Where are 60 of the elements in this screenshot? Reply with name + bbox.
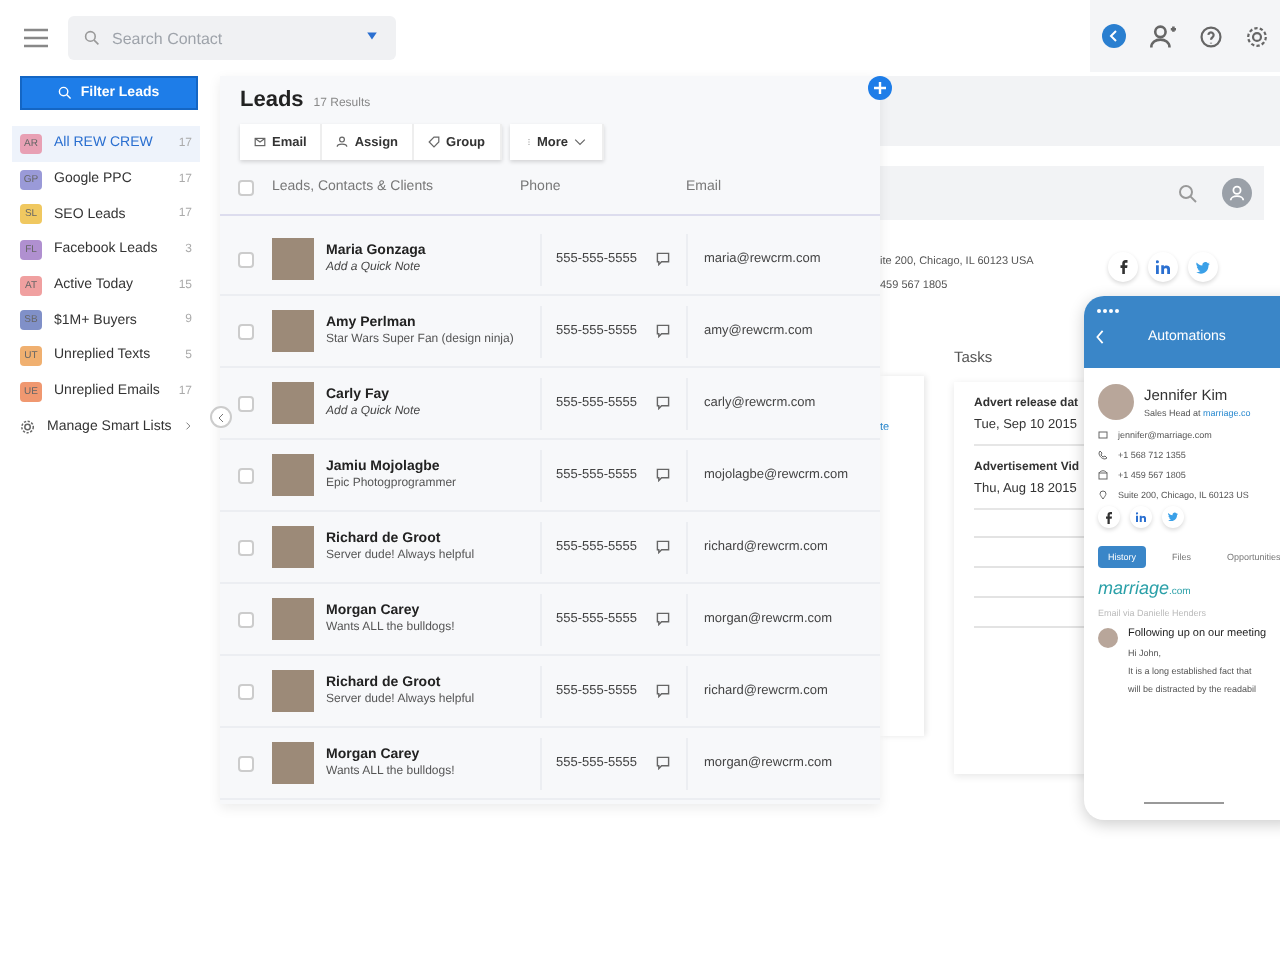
photo-placeholder (272, 742, 314, 784)
chat-icon (656, 396, 671, 410)
facebook-icon[interactable] (1108, 252, 1138, 282)
envelope-icon (254, 136, 266, 148)
chat-icon (656, 612, 671, 626)
chevron-down-icon (574, 138, 587, 146)
row-checkbox[interactable] (238, 539, 254, 555)
collapse-button[interactable] (210, 406, 232, 428)
row-checkbox[interactable] (238, 611, 254, 627)
row-checkbox[interactable] (238, 467, 254, 483)
photo-placeholder (272, 598, 314, 640)
chat-icon (656, 684, 671, 698)
row-checkbox[interactable] (238, 323, 254, 339)
plus-icon (874, 82, 886, 94)
gear-icon (20, 417, 36, 436)
envelope-icon (1098, 430, 1108, 440)
avatar-icon[interactable] (1222, 178, 1252, 208)
photo-placeholder (272, 238, 314, 280)
avatar-placeholder (1098, 384, 1134, 420)
photo-placeholder (272, 526, 314, 568)
photo-placeholder (272, 310, 314, 352)
chat-icon (656, 324, 671, 338)
back-icon[interactable] (1096, 330, 1104, 344)
search-icon (84, 30, 100, 46)
twitter-icon[interactable] (1188, 252, 1218, 282)
row-checkbox[interactable] (238, 395, 254, 411)
pin-icon (1098, 490, 1108, 500)
avatar-placeholder (1098, 628, 1118, 648)
status-dots-icon (1096, 308, 1120, 314)
photo-placeholder (272, 382, 314, 424)
select-all-checkbox[interactable] (238, 179, 254, 195)
phone-icon (1098, 450, 1108, 460)
photo-placeholder (272, 454, 314, 496)
search-icon (58, 86, 73, 100)
panel-title: Leads (240, 88, 304, 112)
row-checkbox[interactable] (238, 755, 254, 771)
chat-icon (656, 468, 671, 482)
twitter-icon[interactable] (1162, 506, 1184, 528)
tag-icon (428, 136, 441, 148)
search-field[interactable]: Search Contact (68, 16, 396, 60)
menu-icon[interactable] (24, 28, 48, 48)
row-checkbox[interactable] (238, 683, 254, 699)
help-icon[interactable] (1200, 25, 1222, 47)
facebook-icon[interactable] (1098, 506, 1120, 528)
linkedin-icon[interactable] (1148, 252, 1178, 282)
chevron-right-icon (183, 420, 192, 433)
chat-icon (656, 756, 671, 770)
caret-icon (364, 30, 380, 42)
settings-icon[interactable] (1246, 25, 1268, 47)
chat-icon (656, 252, 671, 266)
row-checkbox[interactable] (238, 251, 254, 267)
search-icon (1178, 183, 1198, 203)
chevron-left-icon (216, 411, 226, 423)
chat-icon (656, 540, 671, 554)
add-user-icon[interactable] (1150, 23, 1176, 49)
photo-placeholder (272, 670, 314, 712)
add-button[interactable] (868, 76, 892, 100)
back-button[interactable] (1102, 24, 1126, 48)
person-icon (336, 136, 349, 148)
linkedin-icon[interactable] (1130, 506, 1152, 528)
